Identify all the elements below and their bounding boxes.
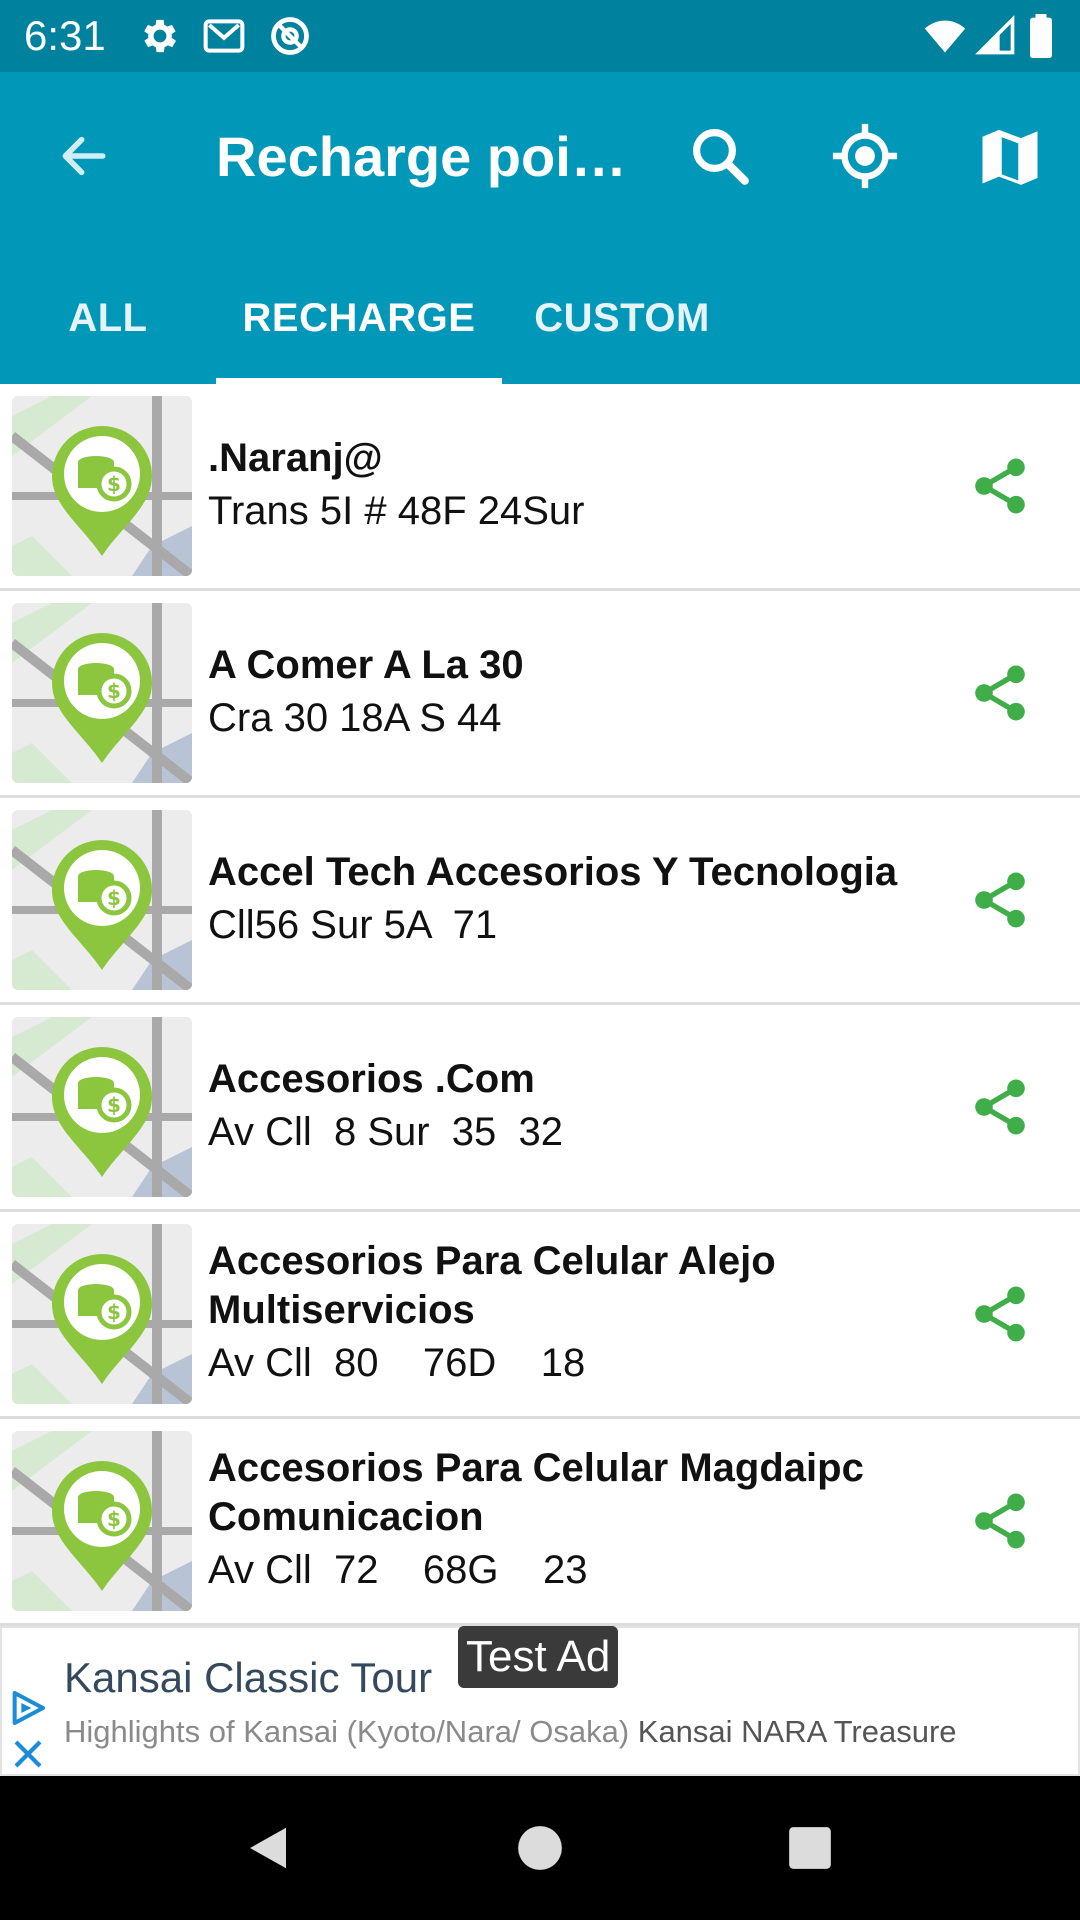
tab-custom[interactable]: CUSTOM [520, 252, 724, 384]
wifi-icon [920, 14, 970, 58]
share-icon [975, 872, 1025, 928]
map-pin-coins-icon: $ [12, 1224, 192, 1404]
item-address: Cll56 Sur 5A 71 [208, 902, 498, 947]
map-pin-coins-icon: $ [12, 1017, 192, 1197]
recharge-point-list: $ .Naranj@ Trans 5I # 48F 24Sur $ A Come… [0, 384, 1080, 1626]
nav-home-icon [518, 1826, 562, 1870]
nav-recents-icon [789, 1827, 831, 1869]
map-pin-coins-icon: $ [12, 810, 192, 990]
map-pin-coins-icon: $ [12, 396, 192, 576]
map-pin-coins-icon: $ [12, 603, 192, 783]
share-button[interactable] [950, 1471, 1050, 1571]
item-address: Av Cll 72 68G 23 [208, 1548, 588, 1592]
status-time: 6:31 [24, 12, 106, 59]
map-button[interactable] [960, 106, 1060, 206]
ad-title: Kansai Classic Tour [64, 1654, 433, 1701]
map-pin-coins-icon: $ [12, 1431, 192, 1611]
item-title: Accesorios Para Celular Alejo Multiservi… [208, 1239, 776, 1332]
close-icon[interactable] [10, 1736, 46, 1772]
tab-recharge[interactable]: RECHARGE [216, 252, 502, 384]
nav-home-button[interactable] [490, 1798, 590, 1898]
list-item[interactable]: $ Accel Tech Accesorios Y Tecnologia Cll… [0, 798, 1080, 1005]
nav-back-button[interactable] [218, 1798, 318, 1898]
item-address: Av Cll 8 Sur 35 32 [208, 1109, 563, 1154]
nav-recents-button[interactable] [760, 1798, 860, 1898]
status-bar: 6:31 [0, 0, 1080, 72]
svg-text:$: $ [107, 679, 121, 703]
ad-choices-icon[interactable] [8, 1688, 48, 1728]
share-button[interactable] [950, 1057, 1050, 1157]
item-title: .Naranj@ [208, 435, 383, 480]
search-icon [693, 129, 749, 185]
gmail-icon [202, 14, 246, 58]
share-button[interactable] [950, 436, 1050, 536]
list-item[interactable]: $ A Comer A La 30 Cra 30 18A S 44 [0, 591, 1080, 798]
item-address: Trans 5I # 48F 24Sur [208, 488, 585, 533]
list-item[interactable]: $ Accesorios Para Celular Alejo Multiser… [0, 1212, 1080, 1419]
svg-text:$: $ [107, 886, 121, 910]
item-title: Accel Tech Accesorios Y Tecnologia [208, 849, 898, 894]
svg-text:$: $ [107, 1507, 121, 1531]
svg-text:$: $ [107, 472, 121, 496]
list-item[interactable]: $ Accesorios Para Celular Magdaipc Comun… [0, 1419, 1080, 1626]
search-button[interactable] [670, 106, 770, 206]
signal-icon [974, 14, 1018, 58]
list-item[interactable]: $ .Naranj@ Trans 5I # 48F 24Sur [0, 384, 1080, 591]
settings-icon [138, 14, 182, 58]
item-title: A Comer A La 30 [208, 642, 524, 687]
tab-all[interactable]: ALL [40, 252, 176, 384]
item-address: Cra 30 18A S 44 [208, 695, 502, 740]
share-icon [975, 1493, 1025, 1549]
share-icon [975, 1286, 1025, 1342]
map-icon [982, 129, 1038, 185]
my-location-icon [832, 123, 898, 189]
share-icon [975, 665, 1025, 721]
svg-text:$: $ [107, 1300, 121, 1324]
share-icon [975, 458, 1025, 514]
page-title: Recharge poi… [216, 125, 627, 188]
item-title: Accesorios Para Celular Magdaipc Comunic… [208, 1446, 864, 1539]
svg-text:$: $ [107, 1093, 121, 1117]
ad-description: Highlights of Kansai (Kyoto/Nara/ Osaka)… [64, 1714, 957, 1749]
at-sign-icon [268, 14, 312, 58]
test-ad-badge: Test Ad [458, 1626, 619, 1688]
share-button[interactable] [950, 1264, 1050, 1364]
battery-icon [1028, 14, 1060, 58]
nav-back-icon [250, 1827, 286, 1869]
back-button[interactable] [34, 106, 134, 206]
app-bar: Recharge poi… ALL RECHARGE CUSTOM [0, 72, 1080, 384]
back-arrow-icon [62, 136, 106, 176]
item-address: Av Cll 80 76D 18 [208, 1341, 586, 1385]
my-location-button[interactable] [815, 106, 915, 206]
item-title: Accesorios .Com [208, 1056, 535, 1101]
share-icon [975, 1079, 1025, 1135]
share-button[interactable] [950, 850, 1050, 950]
system-nav-bar [0, 1776, 1080, 1920]
list-item[interactable]: $ Accesorios .Com Av Cll 8 Sur 35 32 [0, 1005, 1080, 1212]
share-button[interactable] [950, 643, 1050, 743]
